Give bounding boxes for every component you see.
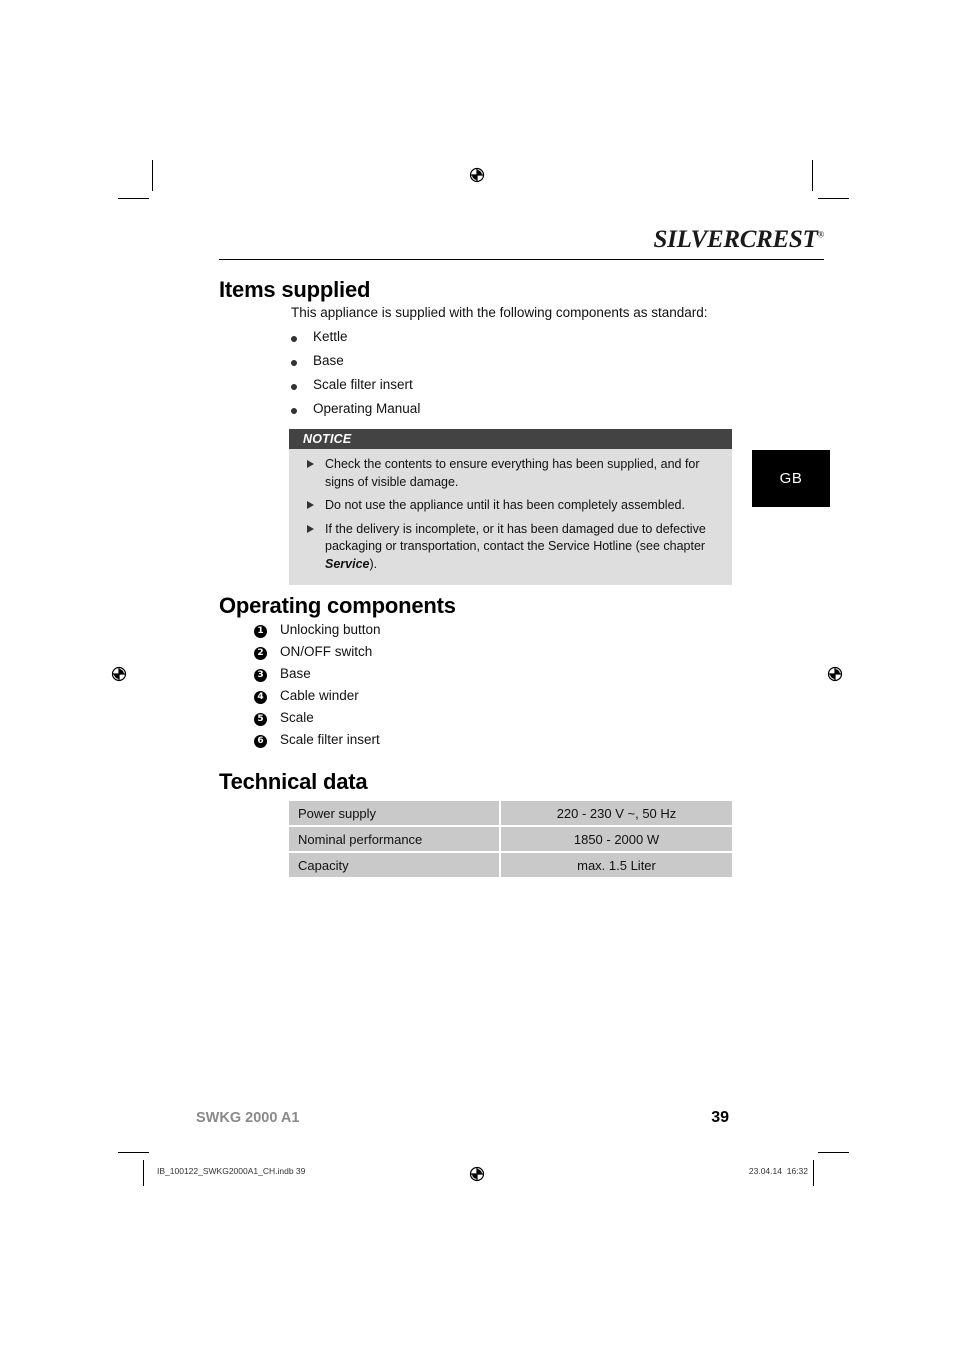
brand-logo: SILVERCREST® <box>219 226 825 254</box>
heading-operating-components: Operating components <box>219 593 456 618</box>
list-item: 4 Cable winder <box>254 688 674 710</box>
bullet-dot-icon <box>291 408 297 414</box>
table-cell-value: 1850 - 2000 W <box>501 827 732 853</box>
operating-components-list: 1 Unlocking button 2 ON/OFF switch 3 Bas… <box>254 622 674 754</box>
registration-mark-left-icon <box>108 663 130 685</box>
arrow-right-icon <box>307 524 314 533</box>
list-item: Base <box>291 353 731 377</box>
notice-item-text: If the delivery is incomplete, or it has… <box>325 521 706 554</box>
print-mark-timestamp: 23.04.14 16:32 <box>648 1166 808 1176</box>
registration-mark-bottom-icon <box>466 1163 488 1185</box>
list-item-label: Cable winder <box>280 688 359 703</box>
notice-box-title: NOTICE <box>289 429 732 449</box>
crop-mark-top-left-vertical <box>152 160 153 191</box>
table-cell-value: max. 1.5 Liter <box>501 853 732 877</box>
heading-technical-data: Technical data <box>219 769 368 794</box>
list-item-label: Unlocking button <box>280 622 381 637</box>
number-badge-icon: 1 <box>254 625 267 638</box>
table-row: Power supply 220 - 230 V ~, 50 Hz <box>289 801 732 827</box>
number-badge-icon: 3 <box>254 669 267 682</box>
list-item-label: Operating Manual <box>313 401 421 416</box>
brand-logo-text: SILVERCREST <box>653 226 818 253</box>
print-area-rule-left <box>143 1160 144 1186</box>
items-supplied-intro: This appliance is supplied with the foll… <box>291 305 708 320</box>
table-cell-key: Capacity <box>289 853 501 877</box>
notice-item: Do not use the appliance until it has be… <box>301 497 720 515</box>
list-item: 6 Scale filter insert <box>254 732 674 754</box>
number-badge-icon: 2 <box>254 647 267 660</box>
print-mark-date: 23.04.14 <box>748 1166 782 1176</box>
list-item-label: Base <box>313 353 344 368</box>
print-mark-filename: IB_100122_SWKG2000A1_CH.indb 39 <box>157 1166 306 1176</box>
page-number: 39 <box>711 1109 729 1126</box>
technical-data-table: Power supply 220 - 230 V ~, 50 Hz Nomina… <box>289 801 732 877</box>
table-row: Nominal performance 1850 - 2000 W <box>289 827 732 853</box>
notice-item-text-tail: ). <box>369 556 378 571</box>
notice-item-text: Check the contents to ensure everything … <box>325 457 700 489</box>
crop-mark-bottom-right-horizontal <box>818 1152 849 1153</box>
list-item: Scale filter insert <box>291 377 731 401</box>
crop-mark-bottom-left-horizontal <box>118 1152 149 1153</box>
arrow-right-icon <box>307 501 314 509</box>
number-badge-icon: 5 <box>254 713 267 726</box>
list-item-label: Scale filter insert <box>280 732 380 747</box>
number-badge-icon: 6 <box>254 735 267 748</box>
print-area-rule-right <box>813 1160 814 1186</box>
list-item-label: Kettle <box>313 329 348 344</box>
notice-item: Check the contents to ensure everything … <box>301 456 720 491</box>
list-item-label: Scale <box>280 710 314 725</box>
table-cell-key: Nominal performance <box>289 827 501 853</box>
bullet-dot-icon <box>291 384 297 390</box>
list-item: Operating Manual <box>291 401 731 425</box>
items-supplied-list: Kettle Base Scale filter insert Operatin… <box>291 329 731 425</box>
list-item-label: Base <box>280 666 311 681</box>
registration-mark-right-icon <box>824 663 846 685</box>
language-tab-gb: GB <box>752 450 830 507</box>
table-cell-key: Power supply <box>289 801 501 827</box>
document-page: SILVERCREST® GB Items supplied This appl… <box>0 0 954 1350</box>
list-item: Kettle <box>291 329 731 353</box>
bullet-dot-icon <box>291 360 297 366</box>
list-item-label: ON/OFF switch <box>280 644 373 659</box>
list-item-label: Scale filter insert <box>313 377 413 392</box>
list-item: 2 ON/OFF switch <box>254 644 674 666</box>
notice-item-text: Do not use the appliance until it has be… <box>325 498 685 512</box>
list-item: 1 Unlocking button <box>254 622 674 644</box>
number-badge-icon: 4 <box>254 691 267 704</box>
heading-items-supplied: Items supplied <box>219 277 371 302</box>
table-row: Capacity max. 1.5 Liter <box>289 853 732 877</box>
print-mark-time: 16:32 <box>786 1166 808 1176</box>
notice-box-body: Check the contents to ensure everything … <box>289 449 732 585</box>
table-cell-value: 220 - 230 V ~, 50 Hz <box>501 801 732 827</box>
notice-item-emphasis: Service <box>325 556 370 571</box>
crop-mark-top-right-horizontal <box>818 198 849 199</box>
notice-item: If the delivery is incomplete, or it has… <box>301 521 720 574</box>
list-item: 5 Scale <box>254 710 674 732</box>
registration-mark-top-icon <box>466 164 488 186</box>
arrow-right-icon <box>307 460 314 468</box>
list-item: 3 Base <box>254 666 674 688</box>
crop-mark-top-left-horizontal <box>118 198 149 199</box>
crop-mark-top-right-vertical <box>812 160 813 191</box>
footer-model-name: SWKG 2000 A1 <box>196 1110 300 1126</box>
header-divider <box>219 259 824 260</box>
notice-box: NOTICE Check the contents to ensure ever… <box>289 429 732 585</box>
trademark-symbol: ® <box>817 229 824 240</box>
bullet-dot-icon <box>291 336 297 342</box>
